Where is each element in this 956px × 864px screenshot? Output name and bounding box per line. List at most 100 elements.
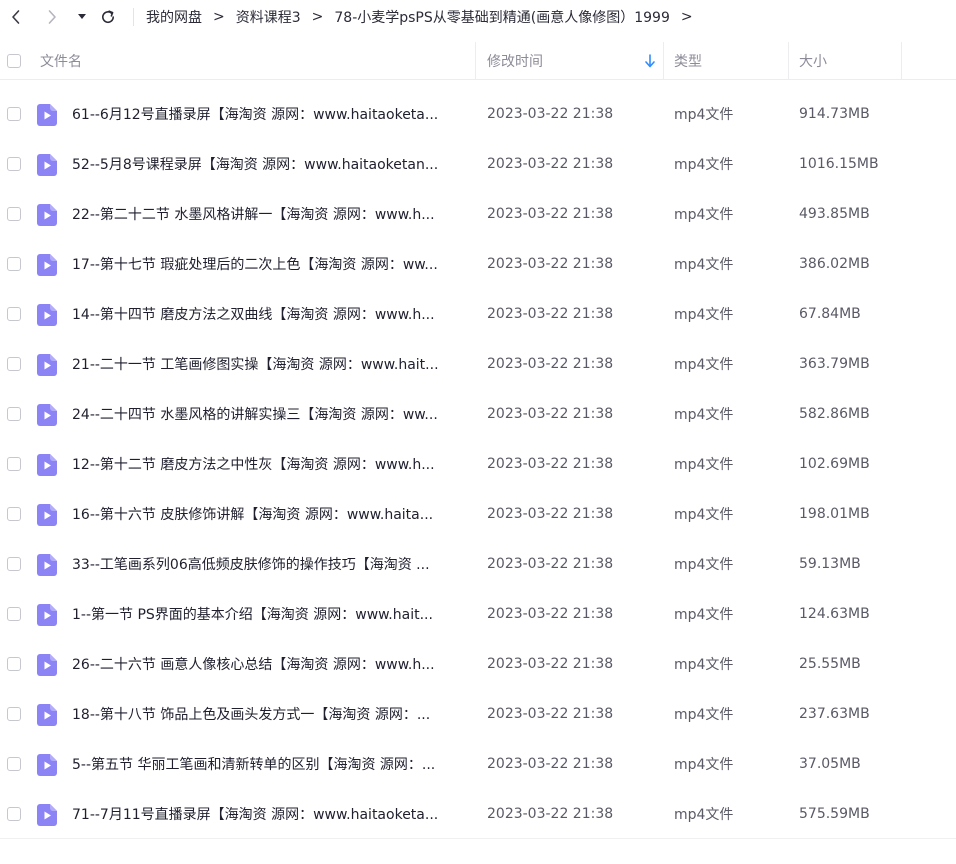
column-header-name[interactable]: 文件名 (40, 42, 82, 80)
row-checkbox[interactable] (7, 207, 21, 221)
column-header-size[interactable]: 大小 (799, 42, 827, 80)
file-size: 363.79MB (799, 356, 870, 372)
file-name: 12--第十二节 磨皮方法之中性灰【海淘资 源网：www.h... (72, 439, 464, 489)
file-name: 26--二十六节 画意人像核心总结【海淘资 源网：www.h... (72, 639, 464, 689)
file-name-text: 18--第十八节 饰品上色及画头发方式一【海淘资 源网：... (72, 707, 431, 723)
file-size: 37.05MB (799, 756, 861, 772)
video-file-icon (37, 354, 57, 376)
row-checkbox[interactable] (7, 657, 21, 671)
file-row[interactable]: 18--第十八节 饰品上色及画头发方式一【海淘资 源网：... 2023-03-… (0, 689, 956, 739)
refresh-icon (102, 10, 115, 24)
file-size: 1016.15MB (799, 156, 879, 172)
file-row[interactable]: 14--第十四节 磨皮方法之双曲线【海淘资 源网：www.h... 2023-0… (0, 289, 956, 339)
file-row[interactable]: 1--第一节 PS界面的基本介绍【海淘资 源网：www.hait... 2023… (0, 589, 956, 639)
file-name: 21--二十一节 工笔画修图实操【海淘资 源网：www.hait... (72, 339, 464, 389)
dropdown-arrow-icon (78, 14, 86, 19)
file-row[interactable]: 21--二十一节 工笔画修图实操【海淘资 源网：www.hait... 2023… (0, 339, 956, 389)
file-row[interactable]: 71--7月11号直播录屏【海淘资 源网：www.haitaoketa... 2… (0, 789, 956, 839)
refresh-button[interactable] (97, 5, 119, 29)
file-row[interactable]: 17--第十七节 瑕疵处理后的二次上色【海淘资 源网：ww... 2023-03… (0, 239, 956, 289)
file-modified-time: 2023-03-22 21:38 (487, 556, 614, 572)
file-name-text: 21--二十一节 工笔画修图实操【海淘资 源网：www.hait... (72, 357, 439, 373)
row-checkbox[interactable] (7, 757, 21, 771)
file-name-text: 33--工笔画系列06高低频皮肤修饰的操作技巧【海淘资 ... (72, 557, 430, 573)
video-file-icon (37, 504, 57, 526)
row-checkbox[interactable] (7, 557, 21, 571)
file-row[interactable]: 5--第五节 华丽工笔画和清新转单的区别【海淘资 源网：... 2023-03-… (0, 739, 956, 789)
file-name-text: 71--7月11号直播录屏【海淘资 源网：www.haitaoketa... (72, 807, 439, 823)
back-button[interactable] (6, 5, 26, 29)
file-modified-time: 2023-03-22 21:38 (487, 756, 614, 772)
file-row[interactable]: 26--二十六节 画意人像核心总结【海淘资 源网：www.h... 2023-0… (0, 639, 956, 689)
breadcrumb-item-current-folder[interactable]: 78-小麦学psPS从零基础到精通(画意人像修图）1999 (334, 7, 669, 27)
file-modified-time: 2023-03-22 21:38 (487, 806, 614, 822)
breadcrumb-item-my-drive[interactable]: 我的网盘 (146, 7, 202, 27)
row-checkbox[interactable] (7, 607, 21, 621)
row-checkbox[interactable] (7, 407, 21, 421)
chevron-left-icon (12, 10, 20, 24)
file-name: 17--第十七节 瑕疵处理后的二次上色【海淘资 源网：ww... (72, 239, 464, 289)
file-modified-time: 2023-03-22 21:38 (487, 506, 614, 522)
file-name: 22--第二十二节 水墨风格讲解一【海淘资 源网：www.h... (72, 189, 464, 239)
row-checkbox[interactable] (7, 507, 21, 521)
video-file-icon (37, 604, 57, 626)
chevron-right-icon (48, 10, 56, 24)
file-row[interactable]: 24--二十四节 水墨风格的讲解实操三【海淘资 源网：ww... 2023-03… (0, 389, 956, 439)
file-name: 71--7月11号直播录屏【海淘资 源网：www.haitaoketa... (72, 789, 464, 839)
file-name: 61--6月12号直播录屏【海淘资 源网：www.haitaoketa... (72, 89, 464, 139)
video-file-icon (37, 554, 57, 576)
video-file-icon (37, 104, 57, 126)
file-modified-time: 2023-03-22 21:38 (487, 406, 614, 422)
file-name: 5--第五节 华丽工笔画和清新转单的区别【海淘资 源网：... (72, 739, 464, 789)
file-row[interactable]: 22--第二十二节 水墨风格讲解一【海淘资 源网：www.h... 2023-0… (0, 189, 956, 239)
row-checkbox[interactable] (7, 107, 21, 121)
file-row[interactable]: 12--第十二节 磨皮方法之中性灰【海淘资 源网：www.h... 2023-0… (0, 439, 956, 489)
column-divider[interactable] (788, 42, 789, 80)
row-checkbox[interactable] (7, 807, 21, 821)
file-name-text: 12--第十二节 磨皮方法之中性灰【海淘资 源网：www.h... (72, 457, 435, 473)
video-file-icon (37, 654, 57, 676)
file-row[interactable]: 61--6月12号直播录屏【海淘资 源网：www.haitaoketa... 2… (0, 89, 956, 139)
row-checkbox[interactable] (7, 307, 21, 321)
column-divider[interactable] (475, 42, 476, 80)
sort-down-arrow-icon[interactable] (644, 54, 656, 68)
file-size: 198.01MB (799, 506, 870, 522)
file-row[interactable]: 52--5月8号课程录屏【海淘资 源网：www.haitaoketan... 2… (0, 139, 956, 189)
video-file-icon (37, 454, 57, 476)
column-header-modified[interactable]: 修改时间 (487, 42, 543, 80)
column-header-type[interactable]: 类型 (674, 42, 702, 80)
select-all-checkbox[interactable] (7, 54, 21, 68)
file-modified-time: 2023-03-22 21:38 (487, 706, 614, 722)
row-checkbox[interactable] (7, 357, 21, 371)
forward-button[interactable] (42, 5, 62, 29)
file-name-text: 16--第十六节 皮肤修饰讲解【海淘资 源网：www.haita... (72, 507, 434, 523)
row-checkbox[interactable] (7, 157, 21, 171)
file-name-text: 52--5月8号课程录屏【海淘资 源网：www.haitaoketan... (72, 157, 439, 173)
file-name-text: 17--第十七节 瑕疵处理后的二次上色【海淘资 源网：ww... (72, 257, 438, 273)
file-type: mp4文件 (674, 307, 734, 323)
file-row[interactable]: 33--工笔画系列06高低频皮肤修饰的操作技巧【海淘资 ... 2023-03-… (0, 539, 956, 589)
file-type: mp4文件 (674, 607, 734, 623)
column-divider[interactable] (901, 42, 902, 80)
file-type: mp4文件 (674, 207, 734, 223)
file-size: 59.13MB (799, 556, 861, 572)
file-size: 575.59MB (799, 806, 870, 822)
file-modified-time: 2023-03-22 21:38 (487, 356, 614, 372)
file-name-text: 24--二十四节 水墨风格的讲解实操三【海淘资 源网：ww... (72, 407, 438, 423)
select-all-checkbox-wrap (7, 42, 21, 80)
column-divider[interactable] (663, 42, 664, 80)
history-dropdown-button[interactable] (75, 5, 89, 29)
row-checkbox[interactable] (7, 257, 21, 271)
file-modified-time: 2023-03-22 21:38 (487, 156, 614, 172)
video-file-icon (37, 254, 57, 276)
file-size: 386.02MB (799, 256, 870, 272)
file-size: 102.69MB (799, 456, 870, 472)
row-checkbox[interactable] (7, 457, 21, 471)
breadcrumb-item-course-folder[interactable]: 资料课程3 (236, 7, 301, 27)
file-row[interactable]: 16--第十六节 皮肤修饰讲解【海淘资 源网：www.haita... 2023… (0, 489, 956, 539)
file-modified-time: 2023-03-22 21:38 (487, 206, 614, 222)
file-name-text: 1--第一节 PS界面的基本介绍【海淘资 源网：www.hait... (72, 607, 433, 623)
row-checkbox[interactable] (7, 707, 21, 721)
file-type: mp4文件 (674, 157, 734, 173)
file-type: mp4文件 (674, 457, 734, 473)
